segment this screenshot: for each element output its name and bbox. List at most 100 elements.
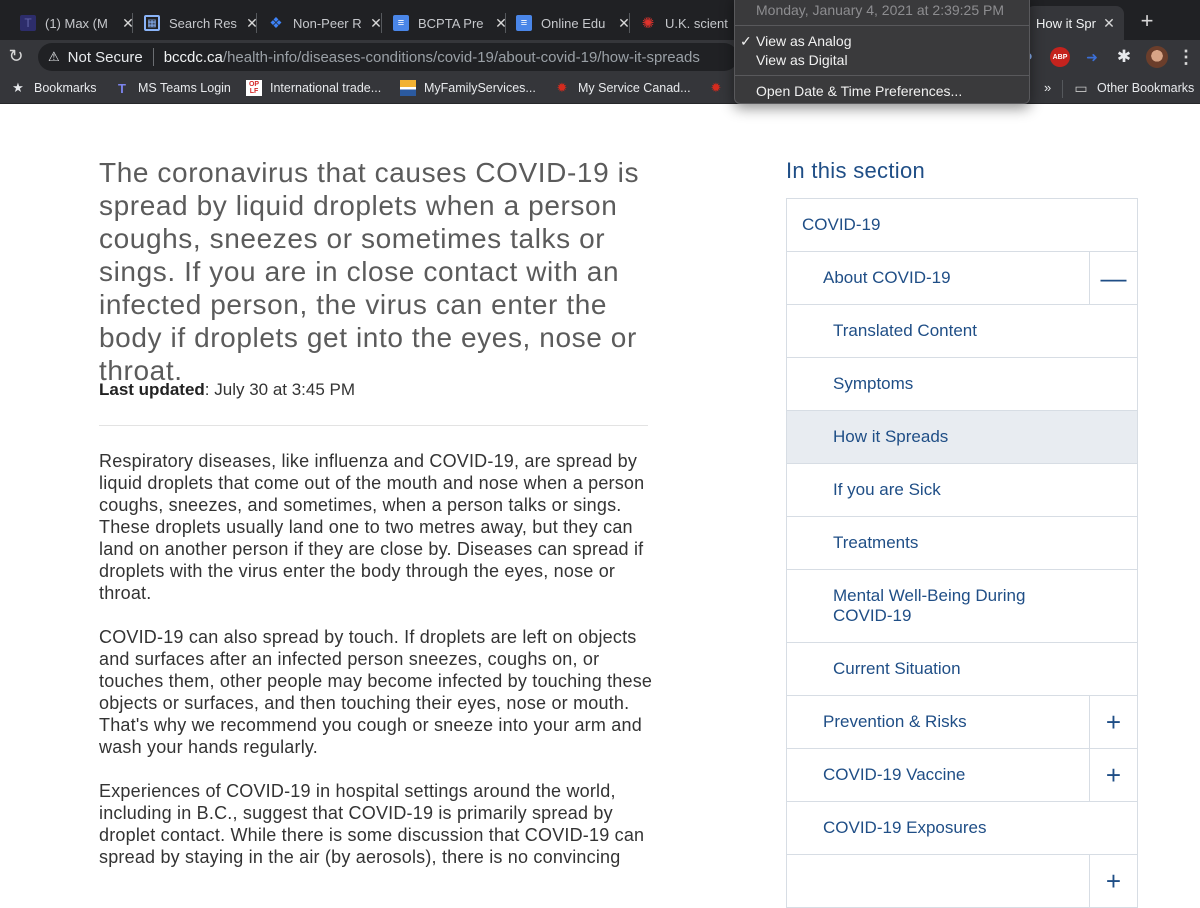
nav-item-treatments[interactable]: Treatments: [787, 517, 1137, 570]
bc-icon: [400, 80, 416, 96]
nav-item-prevention-risks[interactable]: Prevention & Risks +: [787, 696, 1137, 749]
section-nav-title: In this section: [786, 158, 926, 183]
cbc-icon: ✺: [641, 15, 655, 32]
teams-icon: T: [118, 80, 126, 96]
last-updated-value: : July 30 at 3:45 PM: [204, 380, 356, 399]
tab-title: BCPTA Pre: [418, 15, 484, 31]
nav-item-translated-content[interactable]: Translated Content: [787, 305, 1137, 358]
tab-search-results[interactable]: ▦ Search Res ✕: [144, 6, 259, 40]
nav-item-covid-19-vaccine[interactable]: COVID-19 Vaccine +: [787, 749, 1137, 802]
nav-item-label: Translated Content: [833, 321, 977, 340]
tab-non-peer[interactable]: ❖ Non-Peer R ✕: [268, 6, 383, 40]
bookmark-label: Bookmarks: [34, 81, 97, 95]
content-divider: [99, 425, 648, 426]
nav-item-label: COVID-19 Exposures: [823, 818, 987, 837]
star-icon: ★: [12, 80, 24, 95]
warning-icon[interactable]: ⚠: [48, 49, 60, 65]
close-tab-icon[interactable]: ✕: [1102, 15, 1116, 32]
nav-item-partial[interactable]: +: [787, 855, 1137, 908]
tab-online-edu[interactable]: ≡ Online Edu ✕: [516, 6, 631, 40]
tab-title: Online Edu: [541, 15, 606, 31]
teams-icon: T: [20, 15, 36, 31]
folder-icon: ▭: [1074, 79, 1088, 96]
security-label[interactable]: Not Secure: [68, 49, 143, 66]
grid-icon: ▦: [144, 15, 160, 31]
nav-item-covid-19[interactable]: COVID-19: [787, 199, 1137, 252]
nav-item-if-you-are-sick[interactable]: If you are Sick: [787, 464, 1137, 517]
nav-item-mental-well-being[interactable]: Mental Well-Being During COVID-19: [787, 570, 1137, 643]
checkmark-icon: ✓: [740, 33, 752, 49]
nav-item-label: Mental Well-Being During COVID-19: [833, 586, 1026, 625]
tab-divider: [256, 13, 257, 33]
nav-item-label: Treatments: [833, 533, 919, 552]
collapse-icon[interactable]: —: [1089, 252, 1137, 304]
bookmark-international-trade[interactable]: OP LF International trade...: [246, 80, 381, 96]
oplf-icon: OP LF: [246, 80, 262, 96]
lead-paragraph: The coronavirus that causes COVID-19 is …: [99, 157, 640, 386]
last-updated: Last updated: July 30 at 3:45 PM: [99, 380, 355, 400]
expand-icon[interactable]: +: [1089, 855, 1137, 907]
url-host: bccdc.ca: [163, 48, 223, 66]
other-bookmarks[interactable]: ▭ Other Bookmarks: [1073, 80, 1194, 96]
nav-item-covid-19-exposures[interactable]: COVID-19 Exposures: [787, 802, 1137, 855]
bookmarks-divider: [1062, 80, 1063, 98]
puzzle-icon[interactable]: ✱: [1114, 47, 1134, 67]
expand-icon[interactable]: +: [1089, 749, 1137, 801]
clock-menu-date: Monday, January 4, 2021 at 2:39:25 PM: [756, 2, 1005, 18]
tab-uk-scientists[interactable]: ✺ U.K. scient: [640, 6, 735, 40]
body-paragraph: Respiratory diseases, like influenza and…: [99, 451, 645, 603]
address-bar[interactable]: ⚠ Not Secure bccdc.ca /health-info/disea…: [38, 43, 738, 71]
body-paragraph: COVID-19 can also spread by touch. If dr…: [99, 627, 653, 757]
maple-leaf-icon: ✹: [710, 80, 722, 95]
expand-icon[interactable]: +: [1089, 696, 1137, 748]
menu-item-view-digital[interactable]: View as Digital: [756, 52, 848, 68]
tab-title: U.K. scient: [665, 15, 728, 31]
tab-teams[interactable]: T (1) Max (M ✕: [20, 6, 135, 40]
nav-item-label: Prevention & Risks: [823, 712, 967, 731]
tab-title: Search Res: [169, 15, 237, 31]
nav-item-label: Current Situation: [833, 659, 961, 678]
section-nav: COVID-19 About COVID-19 — Translated Con…: [786, 198, 1138, 908]
docs-icon: ≡: [516, 15, 532, 31]
bookmark-label: International trade...: [270, 81, 382, 95]
maple-leaf-icon: ✹: [556, 80, 568, 95]
url-path: /health-info/diseases-conditions/covid-1…: [222, 48, 700, 66]
bookmark-ms-teams[interactable]: T MS Teams Login: [114, 80, 231, 96]
tab-divider: [505, 13, 506, 33]
bookmark-label: Other Bookmarks: [1097, 81, 1195, 95]
nav-item-label: If you are Sick: [833, 480, 941, 499]
nav-item-symptoms[interactable]: Symptoms: [787, 358, 1137, 411]
bookmark-partial[interactable]: ✹: [708, 80, 732, 96]
new-tab-button[interactable]: +: [1136, 8, 1158, 34]
nav-item-current-situation[interactable]: Current Situation: [787, 643, 1137, 696]
bookmark-label: MyFamilyServices...: [424, 81, 536, 95]
nav-item-about-covid-19[interactable]: About COVID-19 —: [787, 252, 1137, 305]
tab-title: (1) Max (M: [45, 15, 108, 31]
tab-title: How it Spr: [1036, 15, 1096, 31]
bookmarks-overflow-button[interactable]: »: [1044, 80, 1051, 95]
extension-arrow-icon[interactable]: ➜: [1082, 47, 1102, 67]
nav-item-label: COVID-19: [802, 215, 881, 234]
tab-how-it-spreads[interactable]: How it Spr ✕: [1026, 6, 1124, 40]
dropbox-icon: ❖: [269, 15, 283, 32]
adblock-plus-icon[interactable]: ABP: [1050, 47, 1070, 67]
nav-item-label: About COVID-19: [823, 268, 951, 287]
tab-divider: [381, 13, 382, 33]
bookmark-my-service-canada[interactable]: ✹ My Service Canad...: [554, 80, 691, 96]
nav-item-how-it-spreads[interactable]: How it Spreads: [787, 411, 1137, 464]
tab-bcpta[interactable]: ≡ BCPTA Pre ✕: [393, 6, 508, 40]
bookmark-bookmarks[interactable]: ★ Bookmarks: [10, 80, 97, 96]
last-updated-label: Last updated: [99, 380, 205, 399]
nav-item-label: COVID-19 Vaccine: [823, 765, 966, 784]
tab-divider: [132, 13, 133, 33]
body-paragraph: Experiences of COVID-19 in hospital sett…: [99, 781, 645, 867]
reload-button[interactable]: ↻: [6, 46, 26, 67]
profile-avatar[interactable]: [1146, 46, 1168, 68]
menu-item-date-time-preferences[interactable]: Open Date & Time Preferences...: [756, 83, 962, 99]
menu-item-view-analog[interactable]: View as Analog: [756, 33, 851, 49]
docs-icon: ≡: [393, 15, 409, 31]
bookmark-myfamilyservices[interactable]: MyFamilyServices...: [400, 80, 536, 96]
menu-divider: [735, 75, 1029, 76]
menu-icon[interactable]: ⋮: [1176, 47, 1196, 67]
menu-divider: [735, 25, 1029, 26]
